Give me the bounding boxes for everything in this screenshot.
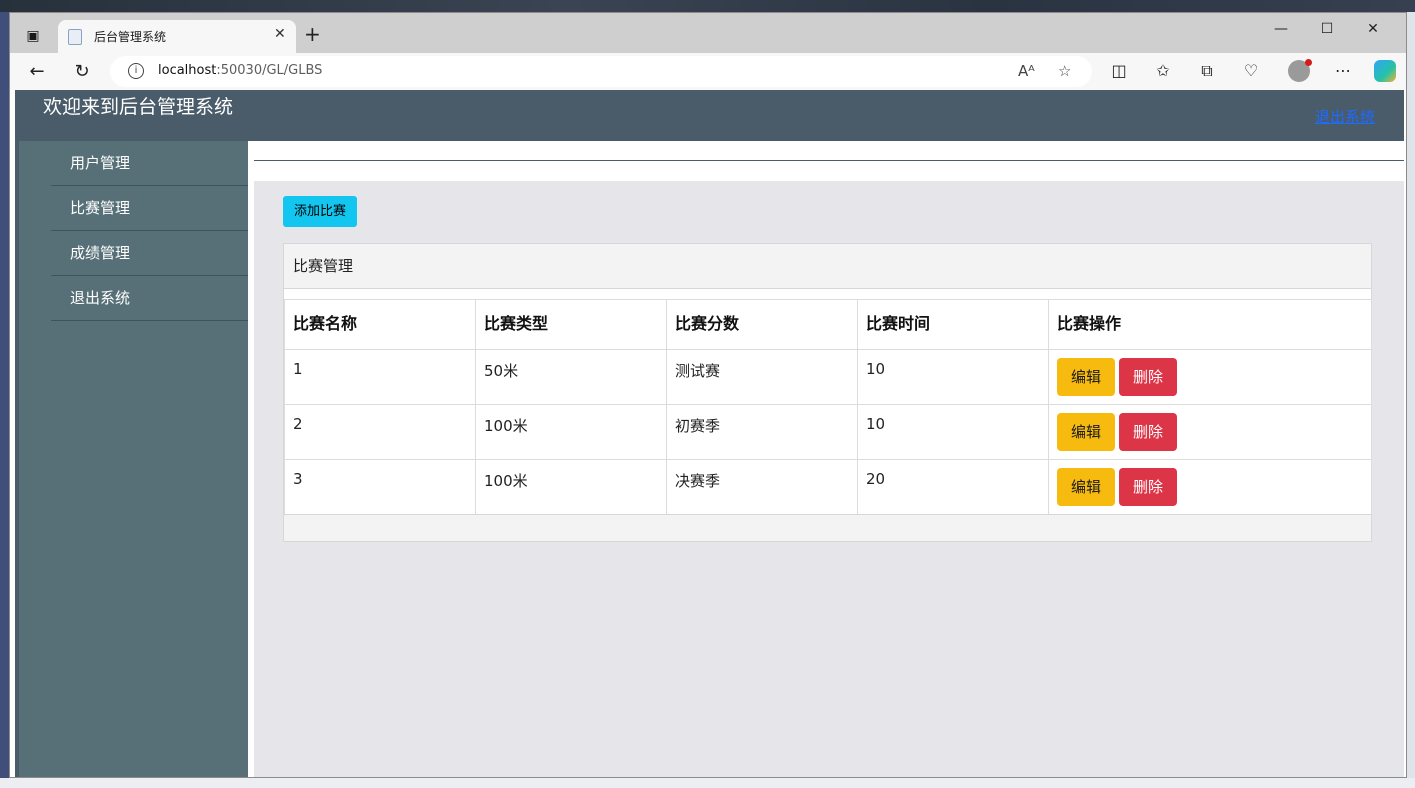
- main-panel: 添加比赛 比赛管理 比赛名称 比赛类型 比赛分数 比赛时间 比赛操作 1 50米…: [248, 141, 1404, 777]
- sidebar: 用户管理 比赛管理 成绩管理 退出系统: [19, 141, 248, 777]
- cell-score: 决赛季: [666, 459, 858, 515]
- add-match-button[interactable]: 添加比赛: [283, 196, 357, 227]
- star-icon[interactable]: ☆: [1058, 62, 1071, 80]
- minimize-icon[interactable]: —: [1258, 17, 1304, 41]
- card-title: 比赛管理: [284, 244, 1371, 289]
- cell-name: 2: [284, 404, 476, 460]
- notification-dot: [1305, 59, 1312, 66]
- favorites-icon[interactable]: ✩: [1152, 61, 1174, 80]
- address-bar[interactable]: i localhost:50030/GL/GLBS Aᴬ ☆: [110, 56, 1092, 87]
- table-row: 2 100米 初赛季 10 编辑 删除: [284, 404, 1372, 460]
- window-controls: — ☐ ✕: [1258, 17, 1396, 41]
- edit-button[interactable]: 编辑: [1057, 468, 1115, 506]
- delete-button[interactable]: 删除: [1119, 468, 1177, 506]
- maximize-icon[interactable]: ☐: [1304, 17, 1350, 41]
- column-header-score: 比赛分数: [666, 299, 858, 350]
- column-header-type: 比赛类型: [475, 299, 667, 350]
- close-icon[interactable]: ✕: [274, 26, 286, 42]
- cell-time: 10: [857, 404, 1049, 460]
- tab-bar: ▣ 后台管理系统 ✕ + — ☐ ✕: [10, 13, 1406, 53]
- table-header-row: 比赛名称 比赛类型 比赛分数 比赛时间 比赛操作: [284, 299, 1372, 350]
- browser-window: ▣ 后台管理系统 ✕ + — ☐ ✕ ← ↻ i localhost:50030…: [9, 12, 1407, 778]
- sidebar-item-logout[interactable]: 退出系统: [51, 276, 248, 321]
- match-card: 比赛管理 比赛名称 比赛类型 比赛分数 比赛时间 比赛操作 1 50米 测试赛 …: [283, 243, 1372, 542]
- cell-actions: 编辑 删除: [1048, 349, 1372, 405]
- delete-button[interactable]: 删除: [1119, 413, 1177, 451]
- card-footer: [284, 514, 1371, 541]
- divider: [254, 160, 1404, 161]
- browser-essentials-icon[interactable]: ♡: [1240, 61, 1262, 80]
- browser-toolbar: ← ↻ i localhost:50030/GL/GLBS Aᴬ ☆ ◫ ✩ ⧉…: [10, 53, 1406, 90]
- info-icon[interactable]: i: [128, 63, 144, 79]
- more-icon[interactable]: ⋯: [1332, 61, 1354, 80]
- logout-link[interactable]: 退出系统: [1315, 106, 1375, 127]
- admin-app: 欢迎来到后台管理系统 退出系统 用户管理 比赛管理 成绩管理 退出系统 添加比赛…: [15, 90, 1404, 777]
- edit-button[interactable]: 编辑: [1057, 358, 1115, 396]
- cell-time: 10: [857, 349, 1049, 405]
- cell-score: 测试赛: [666, 349, 858, 405]
- desktop-left-edge: [0, 12, 9, 788]
- cell-type: 100米: [475, 459, 667, 515]
- desktop-right-edge: [1407, 12, 1415, 788]
- sidebar-item-score-management[interactable]: 成绩管理: [51, 231, 248, 276]
- welcome-title: 欢迎来到后台管理系统: [43, 96, 234, 118]
- desktop-bottom-edge: [0, 778, 1415, 788]
- app-header: 欢迎来到后台管理系统 退出系统: [15, 90, 1404, 141]
- url-path: :50030/GL/GLBS: [216, 63, 323, 78]
- refresh-icon[interactable]: ↻: [69, 59, 95, 85]
- back-arrow-icon[interactable]: ←: [24, 59, 50, 85]
- cell-type: 50米: [475, 349, 667, 405]
- url-host: localhost: [158, 63, 217, 78]
- cell-type: 100米: [475, 404, 667, 460]
- close-window-icon[interactable]: ✕: [1350, 17, 1396, 41]
- cell-actions: 编辑 删除: [1048, 459, 1372, 515]
- split-screen-icon[interactable]: ◫: [1108, 61, 1130, 80]
- edit-button[interactable]: 编辑: [1057, 413, 1115, 451]
- browser-tab[interactable]: 后台管理系统 ✕: [58, 20, 296, 53]
- collections-icon[interactable]: ⧉: [1196, 61, 1218, 81]
- table-row: 1 50米 测试赛 10 编辑 删除: [284, 349, 1372, 405]
- desktop-background: [0, 0, 1415, 12]
- copilot-icon[interactable]: [1374, 60, 1396, 82]
- cell-name: 3: [284, 459, 476, 515]
- cell-actions: 编辑 删除: [1048, 404, 1372, 460]
- match-table: 比赛名称 比赛类型 比赛分数 比赛时间 比赛操作 1 50米 测试赛 10 编辑…: [284, 299, 1372, 515]
- table-row: 3 100米 决赛季 20 编辑 删除: [284, 459, 1372, 515]
- tab-title: 后台管理系统: [94, 30, 167, 44]
- content-area: 添加比赛 比赛管理 比赛名称 比赛类型 比赛分数 比赛时间 比赛操作 1 50米…: [254, 181, 1404, 777]
- cell-name: 1: [284, 349, 476, 405]
- column-header-time: 比赛时间: [857, 299, 1049, 350]
- cell-score: 初赛季: [666, 404, 858, 460]
- cell-time: 20: [857, 459, 1049, 515]
- column-header-name: 比赛名称: [284, 299, 476, 350]
- column-header-actions: 比赛操作: [1048, 299, 1372, 350]
- plus-icon[interactable]: +: [304, 22, 321, 46]
- read-aloud-icon[interactable]: Aᴬ: [1018, 62, 1035, 80]
- delete-button[interactable]: 删除: [1119, 358, 1177, 396]
- page-icon: [68, 29, 82, 45]
- sidebar-item-user-management[interactable]: 用户管理: [51, 141, 248, 186]
- sidebar-item-match-management[interactable]: 比赛管理: [51, 186, 248, 231]
- tab-actions-icon[interactable]: ▣: [22, 25, 44, 47]
- url-text[interactable]: localhost:50030/GL/GLBS: [158, 63, 322, 78]
- page-viewport: 欢迎来到后台管理系统 退出系统 用户管理 比赛管理 成绩管理 退出系统 添加比赛…: [10, 90, 1406, 777]
